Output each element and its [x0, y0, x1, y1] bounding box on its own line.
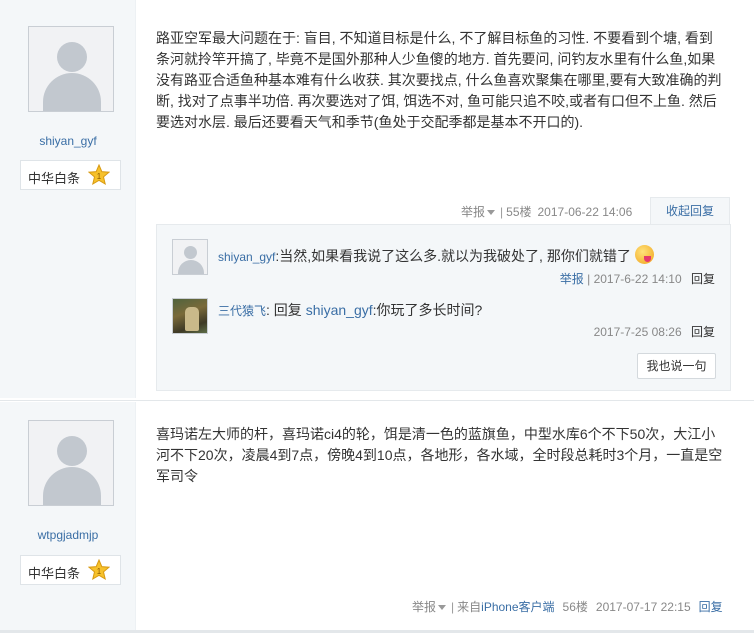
report-link[interactable]: 举报: [412, 600, 436, 614]
username[interactable]: shiyan_gyf: [0, 134, 136, 148]
reply-body: :你玩了多长时间?: [372, 302, 483, 318]
reply-time: 2017-7-25 08:26: [593, 325, 682, 339]
avatar-photo-figure: [185, 307, 199, 331]
badge-label: 中华白条: [28, 171, 81, 186]
reply-username[interactable]: shiyan_gyf: [218, 250, 275, 264]
collapse-replies-button[interactable]: 收起回复: [650, 197, 730, 225]
reply-body: 当然,如果看我说了这么多.就以为我破处了, 那你们就错了: [279, 248, 631, 264]
report-link[interactable]: 举报: [461, 205, 485, 219]
avatar-placeholder-head: [57, 42, 87, 72]
floor-number: 56楼: [562, 600, 588, 614]
avatar-placeholder-body: [43, 73, 101, 111]
post-time: 2017-07-17 22:15: [595, 600, 691, 614]
reply-button[interactable]: 回复: [685, 325, 715, 339]
user-column: shiyan_gyf 中华白条 1: [0, 0, 136, 398]
say-something-button[interactable]: 我也说一句: [637, 353, 716, 379]
post-meta: 举报 | 55楼 2017-06-22 14:06: [461, 203, 632, 220]
reply-text: shiyan_gyf:当然,如果看我说了这么多.就以为我破处了, 那你们就错了: [218, 245, 654, 266]
post-content: 路亚空军最大问题在于: 盲目, 不知道目标是什么, 不了解目标鱼的习性. 不要看…: [156, 30, 722, 130]
level-star-icon: 1: [88, 164, 110, 186]
post-meta: 举报 | 来自iPhone客户端 56楼 2017-07-17 22:15 回复: [412, 598, 723, 615]
reply-button[interactable]: 回复: [685, 272, 715, 286]
reply-avatar[interactable]: [172, 239, 208, 275]
reply-list: shiyan_gyf:当然,如果看我说了这么多.就以为我破处了, 那你们就错了 …: [156, 224, 731, 391]
avatar[interactable]: [28, 420, 114, 506]
post-content: 喜玛诺左大师的杆，喜玛诺ci4的轮，饵是清一色的蓝旗鱼，中型水库6个不下50次，…: [156, 426, 723, 484]
reply-colon: :: [266, 302, 274, 318]
level-badge[interactable]: 中华白条 1: [20, 160, 121, 190]
reply-prefix: 回复: [273, 302, 302, 318]
reply-avatar[interactable]: [172, 298, 208, 334]
reply-text: 三代猿飞: 回复 shiyan_gyf:你玩了多长时间?: [218, 300, 482, 320]
reply-target-username[interactable]: shiyan_gyf: [306, 302, 373, 318]
avatar-placeholder-head: [184, 246, 197, 259]
reply-meta: 2017-7-25 08:26 回复: [594, 323, 715, 340]
avatar-placeholder-head: [57, 436, 87, 466]
avatar-placeholder-body: [178, 260, 204, 274]
meta-separator: |: [500, 205, 504, 219]
reply-meta: 举报 | 2017-6-22 14:10 回复: [560, 270, 715, 287]
meta-separator: |: [451, 600, 455, 614]
meta-separator: |: [587, 272, 591, 286]
floor-number: 55楼: [506, 205, 532, 219]
badge-label: 中华白条: [28, 566, 81, 581]
report-dropdown-icon[interactable]: [438, 605, 447, 611]
post-divider: [0, 400, 754, 401]
level-star-icon: 1: [88, 559, 110, 581]
source-prefix: 来自: [457, 600, 482, 614]
reply-button[interactable]: 回复: [691, 600, 723, 614]
report-dropdown-icon[interactable]: [487, 210, 496, 216]
username[interactable]: wtpgjadmjp: [0, 528, 136, 542]
reply-time: 2017-6-22 14:10: [593, 272, 682, 286]
reply-report-link[interactable]: 举报: [560, 272, 584, 286]
post-55: shiyan_gyf 中华白条 1 路亚空军最大问题在于: 盲目, 不知道目标是…: [0, 0, 754, 398]
user-column: wtpgjadmjp 中华白条 1: [0, 402, 136, 633]
svg-text:1: 1: [97, 172, 102, 181]
source-link[interactable]: iPhone客户端: [481, 600, 554, 614]
tongue-emoji-icon: [634, 245, 654, 264]
svg-text:1: 1: [97, 567, 102, 576]
avatar-placeholder-body: [43, 467, 101, 505]
reply-username[interactable]: 三代猿飞: [218, 304, 266, 318]
avatar[interactable]: [28, 26, 114, 112]
post-time: 2017-06-22 14:06: [537, 205, 633, 219]
level-badge[interactable]: 中华白条 1: [20, 555, 121, 585]
